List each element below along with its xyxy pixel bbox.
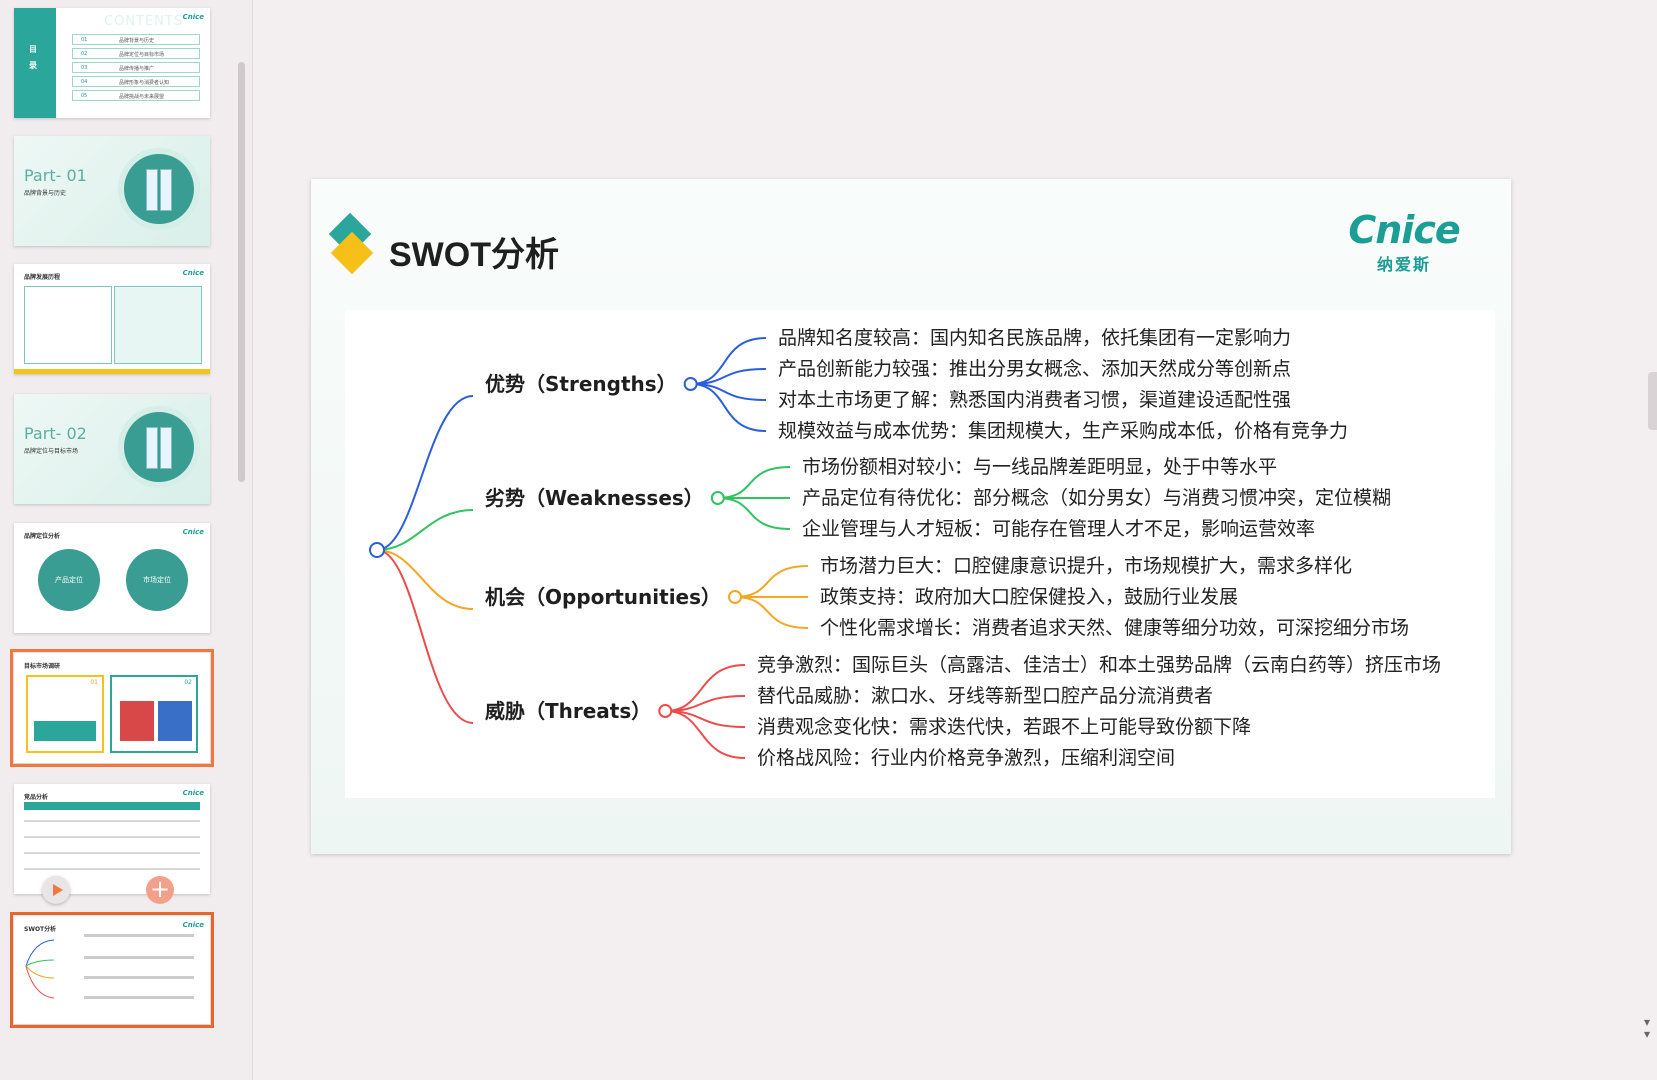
leaf-item[interactable]: 品牌知名度较高：国内知名民族品牌，依托集团有一定影响力 <box>778 326 1291 350</box>
leaf-connector <box>665 710 746 759</box>
add-slide-button[interactable]: + <box>146 876 174 904</box>
leaf-connector <box>717 497 791 530</box>
slide-title[interactable]: SWOT分析 <box>389 227 559 276</box>
brand-logo-small: Cnice <box>182 13 204 21</box>
branch-label-3[interactable]: 威胁（Threats） <box>485 699 651 723</box>
thumb-title: 目标市场调研 <box>24 663 61 670</box>
product-image <box>124 412 194 482</box>
leaf-item[interactable]: 政策支持：政府加大口腔保健投入，鼓励行业发展 <box>820 585 1238 609</box>
slide-thumbnail-7[interactable]: 竞品分析 Cnice <box>14 784 210 894</box>
branch-connector <box>376 549 474 724</box>
leaf-connector <box>665 664 746 712</box>
leaf-item[interactable]: 规模效益与成本优势：集团规模大，生产采购成本低，价格有竞争力 <box>778 419 1348 443</box>
table-header <box>24 802 200 810</box>
leaf-item[interactable]: 产品创新能力较强：推出分男女概念、添加天然成分等创新点 <box>778 357 1291 381</box>
slide-thumbnail-panel[interactable]: 目 录 CONTENTS Cnice 01 品牌背景与历史 02 品牌定位与目标市场… <box>0 0 253 1080</box>
brand-logo-small: Cnice <box>182 528 204 536</box>
slide-thumbnail-2[interactable]: Part- 01 品牌背景与历史 <box>14 136 210 246</box>
resize-grip-icon[interactable]: ▾ ▾ <box>1644 1016 1650 1040</box>
leaf-connector <box>690 383 767 432</box>
leaf-item[interactable]: 市场潜力巨大：口腔健康意识提升，市场规模扩大，需求多样化 <box>820 554 1352 578</box>
part-subtitle: 品牌定位与目标市场 <box>24 448 79 455</box>
content-box <box>114 286 202 364</box>
leaf-item[interactable]: 对本土市场更了解：熟悉国内消费者习惯，渠道建设适配性强 <box>778 388 1291 412</box>
content-box <box>24 286 112 364</box>
leaf-item[interactable]: 个性化需求增长：消费者追求天然、健康等细分功效，可深挖细分市场 <box>820 616 1409 640</box>
side-panel-handle[interactable] <box>1648 372 1657 430</box>
brand-logo-cn: 纳爱斯 <box>1376 255 1431 274</box>
thumb-title: 竞品分析 <box>24 794 49 801</box>
slide-thumbnail-6[interactable]: 目标市场调研 01 02 <box>10 649 214 767</box>
leaf-item[interactable]: 竞争激烈：国际巨头（高露洁、佳洁士）和本土强势品牌（云南白药等）挤压市场 <box>757 653 1441 677</box>
root-node-icon[interactable] <box>369 542 385 558</box>
part-title: Part- 02 <box>24 424 87 443</box>
leaf-item[interactable]: 消费观念变化快：需求迭代快，若跟不上可能导致份额下降 <box>757 715 1251 739</box>
toc-row: 04 品牌形象与消费者认知 <box>72 76 200 87</box>
toc-row: 03 品牌传播与推广 <box>72 62 200 73</box>
swot-mindmap[interactable]: 优势（Strengths） 品牌知名度较高：国内知名民族品牌，依托集团有一定影响力… <box>345 310 1495 798</box>
leaf-item[interactable]: 价格战风险：行业内价格竞争激烈，压缩利润空间 <box>757 746 1175 770</box>
part-title: Part- 01 <box>24 166 87 185</box>
toc-sidebar: 目 录 <box>14 8 56 118</box>
brand-logo-en: Cnice <box>1348 208 1460 252</box>
leaf-connector <box>735 565 809 598</box>
product-image <box>124 154 194 224</box>
toc-row: 02 品牌定位与目标市场 <box>72 48 200 59</box>
branch-node-icon[interactable] <box>710 491 725 505</box>
slide-thumbnail-4[interactable]: Part- 02 品牌定位与目标市场 <box>14 394 210 504</box>
circle-market-positioning: 市场定位 <box>126 549 188 611</box>
thumbnail-scrollbar[interactable] <box>238 62 245 482</box>
slide-thumbnail-3[interactable]: 品牌发展历程 Cnice <box>14 264 210 374</box>
play-button[interactable] <box>42 876 70 904</box>
branch-label-1[interactable]: 劣势（Weaknesses） <box>485 486 704 510</box>
leaf-item[interactable]: 市场份额相对较小：与一线品牌差距明显，处于中等水平 <box>802 455 1277 479</box>
content-box: 02 <box>110 675 198 753</box>
slide-canvas[interactable]: SWOT分析 Cnice 纳爱斯 优势（Strengths） 品牌知名度较高：国内… <box>311 179 1511 854</box>
content-box: 01 <box>26 675 104 753</box>
leaf-item[interactable]: 产品定位有待优化：部分概念（如分男女）与消费习惯冲突，定位模糊 <box>802 486 1391 510</box>
leaf-connector <box>717 466 791 499</box>
slide-thumbnail-5[interactable]: 品牌定位分析 Cnice 产品定位 市场定位 <box>14 523 210 633</box>
leaf-item[interactable]: 企业管理与人才短板：可能存在管理人才不足，影响运营效率 <box>802 517 1315 541</box>
brand-logo: Cnice 纳爱斯 <box>1339 211 1469 275</box>
toc-row: 01 品牌背景与历史 <box>72 34 200 45</box>
mini-mindmap <box>25 934 194 999</box>
brand-logo-small: Cnice <box>182 269 204 277</box>
toc-row: 05 品牌挑战与未来展望 <box>72 90 200 101</box>
leaf-item[interactable]: 替代品威胁：漱口水、牙线等新型口腔产品分流消费者 <box>757 684 1213 708</box>
thumb-title: 品牌发展历程 <box>24 274 61 281</box>
branch-label-0[interactable]: 优势（Strengths） <box>485 372 677 396</box>
slide-thumbnail-8[interactable]: SWOT分析 Cnice <box>10 912 214 1028</box>
branch-node-icon[interactable] <box>683 377 698 391</box>
brand-logo-small: Cnice <box>182 789 204 797</box>
play-icon <box>53 884 63 896</box>
slide-thumbnail-1[interactable]: 目 录 CONTENTS Cnice 01 品牌背景与历史 02 品牌定位与目标市场… <box>14 8 210 118</box>
plus-icon: + <box>149 875 171 903</box>
part-subtitle: 品牌背景与历史 <box>24 190 67 197</box>
leaf-connector <box>735 596 809 629</box>
branch-connector <box>376 395 474 551</box>
branch-node-icon[interactable] <box>728 590 743 604</box>
circle-product-positioning: 产品定位 <box>38 549 100 611</box>
branch-node-icon[interactable] <box>658 704 673 718</box>
toc-heading: CONTENTS <box>104 14 184 29</box>
leaf-connector <box>690 337 767 385</box>
branch-label-2[interactable]: 机会（Opportunities） <box>485 585 721 609</box>
thumb-title: 品牌定位分析 <box>24 533 61 540</box>
